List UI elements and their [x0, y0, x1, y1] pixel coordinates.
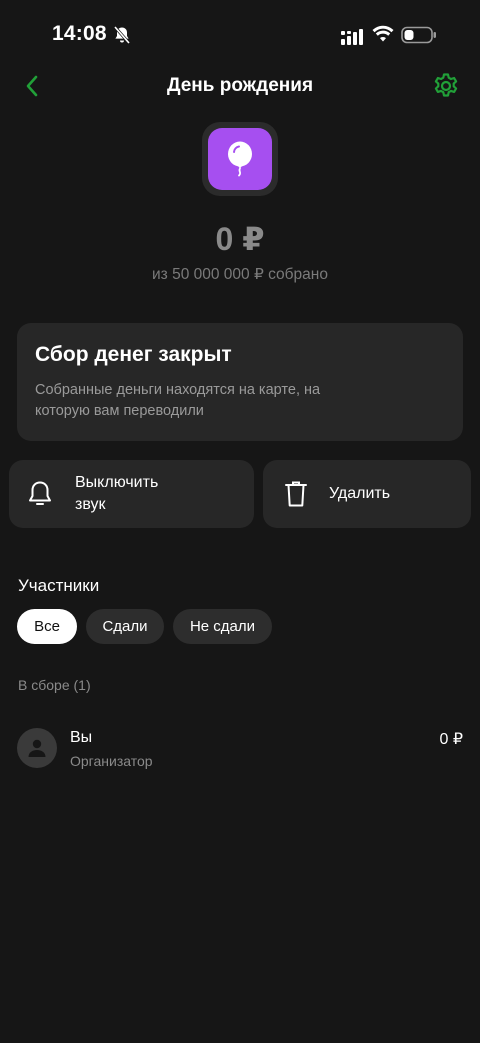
page-title: День рождения — [166, 75, 314, 96]
settings-button[interactable] — [430, 70, 462, 102]
group-label: В сборе (1) — [18, 677, 91, 693]
goal-icon-tile — [208, 128, 272, 190]
filter-chip-unpaid[interactable]: Не сдали — [173, 609, 272, 644]
user-icon — [28, 739, 46, 757]
participant-amount: 0 ₽ — [439, 731, 463, 748]
bell-icon — [27, 479, 53, 509]
collection-closed-card: Сбор денег закрыт Собранные деньги наход… — [17, 323, 463, 441]
mute-button[interactable]: Выключить звук — [9, 460, 254, 528]
goal-icon-frame — [202, 122, 278, 196]
signal-icon — [341, 29, 363, 45]
status-time: 14:08 — [52, 22, 107, 45]
wifi-icon — [372, 25, 394, 42]
gear-icon — [434, 73, 458, 97]
participant-role: Организатор — [70, 753, 153, 769]
status-bar: 14:08 — [0, 0, 480, 70]
page-header: День рождения — [0, 64, 480, 108]
delete-button[interactable]: Удалить — [263, 460, 471, 528]
participants-title: Участники — [18, 576, 100, 595]
mute-button-label: Выключить звук — [75, 474, 159, 513]
participant-row[interactable]: Вы Организатор 0 ₽ — [17, 724, 463, 776]
balloon-icon — [228, 141, 252, 177]
avatar — [17, 728, 57, 768]
battery-icon — [401, 26, 436, 44]
goal-subtitle: из 50 000 000 ₽ собрано — [152, 266, 328, 283]
trash-icon — [283, 479, 309, 509]
filter-chip-all[interactable]: Все — [17, 609, 77, 644]
closed-card-text: Собранные деньги находятся на карте, на … — [35, 382, 321, 419]
filter-chip-paid[interactable]: Сдали — [86, 609, 164, 644]
delete-button-label: Удалить — [329, 485, 391, 502]
collected-amount: 0 ₽ — [215, 221, 265, 257]
bell-muted-icon — [113, 26, 131, 44]
participant-name: Вы — [70, 729, 93, 746]
closed-card-title: Сбор денег закрыт — [35, 343, 232, 366]
